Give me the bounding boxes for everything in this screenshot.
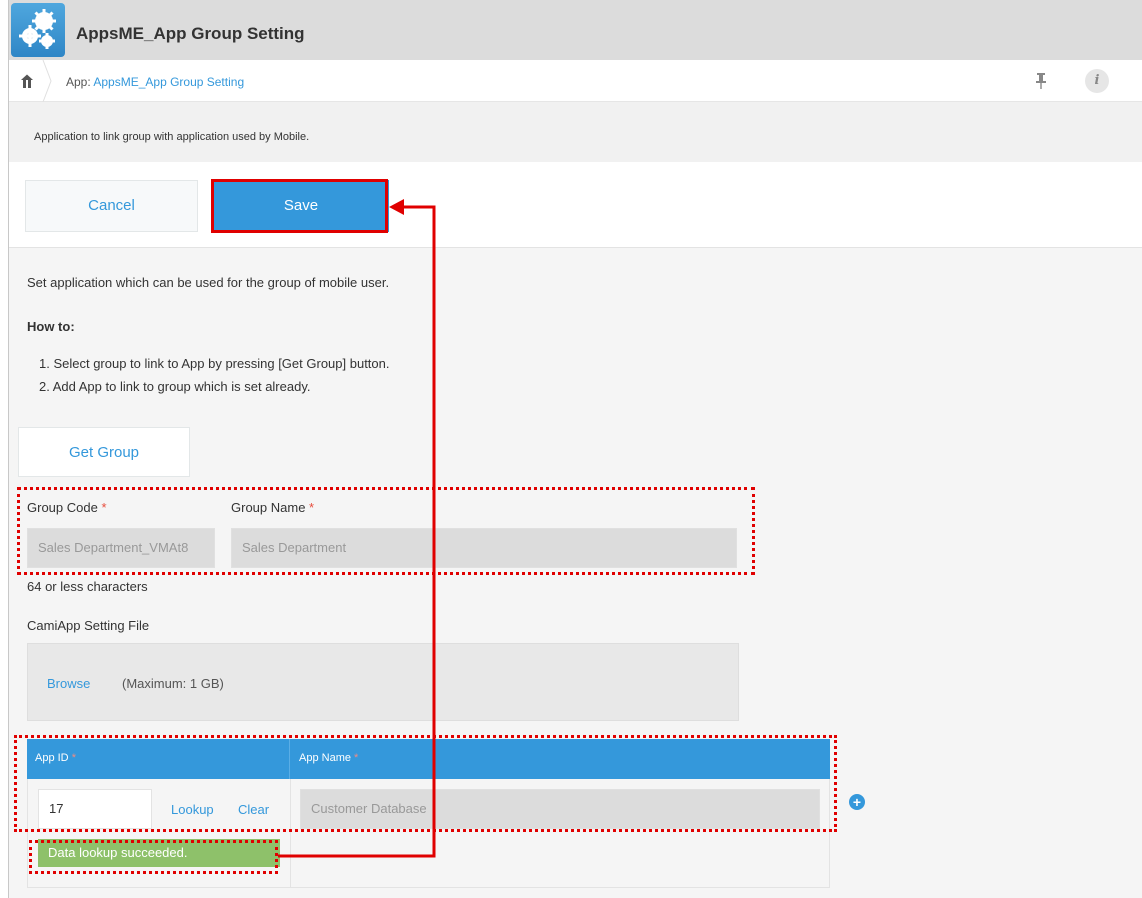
cancel-button[interactable]: Cancel (25, 180, 198, 232)
howto-step: 2. Add App to link to group which is set… (39, 379, 311, 394)
file-field-label: CamiApp Setting File (27, 618, 150, 633)
app-header: AppsME_App Group Setting (9, 0, 1142, 60)
pin-icon[interactable] (1034, 72, 1048, 90)
gear-app-icon (11, 3, 65, 57)
breadcrumb-separator (42, 59, 52, 103)
file-upload-box: Browse (Maximum: 1 GB) (27, 643, 739, 721)
breadcrumb-app: App: AppsME_App Group Setting (66, 75, 244, 89)
app-row-highlight-box (14, 735, 837, 832)
home-icon[interactable] (19, 73, 35, 89)
howto-heading: How to: (27, 319, 75, 334)
record-toolbar: Cancel Save (9, 162, 1142, 248)
breadcrumb: App: AppsME_App Group Setting i (9, 59, 1142, 168)
app-description: Application to link group with applicati… (34, 131, 310, 143)
file-max-size: (Maximum: 1 GB) (122, 676, 224, 691)
howto-step: 1. Select group to link to App by pressi… (39, 356, 390, 371)
info-icon[interactable]: i (1085, 69, 1109, 93)
breadcrumb-app-link[interactable]: AppsME_App Group Setting (93, 75, 244, 89)
app-description-band: Application to link group with applicati… (9, 102, 1142, 162)
add-row-icon[interactable]: + (849, 794, 865, 810)
status-highlight-box (29, 840, 278, 874)
save-highlight-box (211, 179, 388, 233)
group-fields-highlight-box (17, 487, 755, 575)
app-title: AppsME_App Group Setting (76, 24, 305, 43)
intro-text: Set application which can be used for th… (27, 275, 390, 290)
breadcrumb-prefix: App: (66, 75, 94, 89)
get-group-button[interactable]: Get Group (18, 427, 190, 477)
group-code-hint: 64 or less characters (27, 579, 148, 594)
browse-button[interactable]: Browse (47, 676, 90, 691)
